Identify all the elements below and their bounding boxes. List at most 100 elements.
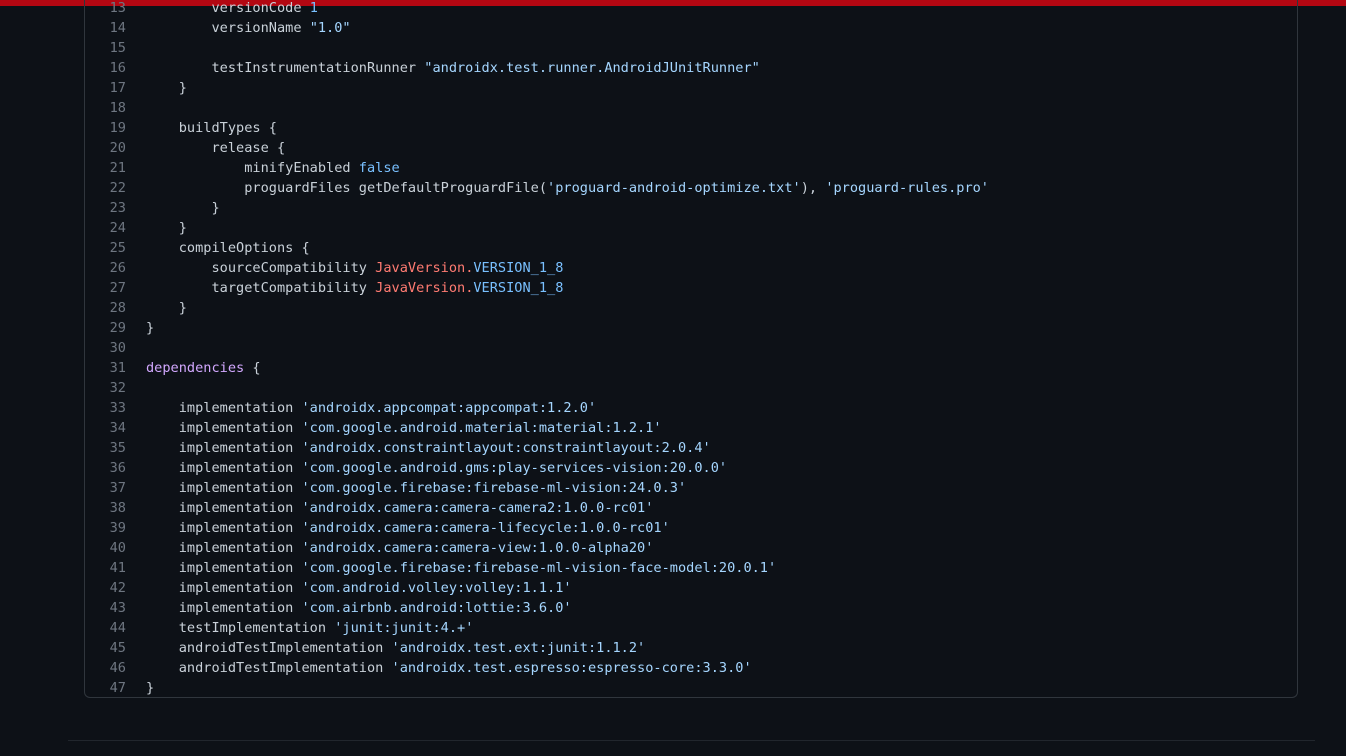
line-code: proguardFiles getDefaultProguardFile('pr…: [146, 178, 989, 198]
code-line: 46 androidTestImplementation 'androidx.t…: [85, 658, 989, 678]
code-token: 'com.google.android.material:material:1.…: [301, 420, 662, 436]
line-number[interactable]: 47: [85, 678, 146, 697]
code-token: minifyEnabled: [146, 160, 359, 176]
line-number[interactable]: 25: [85, 238, 146, 258]
footer-divider: [68, 740, 1315, 741]
code-token: }: [146, 80, 187, 96]
line-number[interactable]: 31: [85, 358, 146, 378]
code-token: }: [146, 300, 187, 316]
line-number[interactable]: 24: [85, 218, 146, 238]
line-code: implementation 'androidx.appcompat:appco…: [146, 398, 596, 418]
code-line: 40 implementation 'androidx.camera:camer…: [85, 538, 989, 558]
code-line: 22 proguardFiles getDefaultProguardFile(…: [85, 178, 989, 198]
line-code: dependencies {: [146, 358, 261, 378]
line-number[interactable]: 40: [85, 538, 146, 558]
code-token: VERSION_1_8: [473, 280, 564, 296]
line-code: compileOptions {: [146, 238, 310, 258]
code-token: release {: [146, 140, 286, 156]
code-token: 'androidx.constraintlayout:constraintlay…: [301, 440, 711, 456]
code-token: 'junit:junit:4.+': [334, 620, 474, 636]
code-line: 39 implementation 'androidx.camera:camer…: [85, 518, 989, 538]
line-number[interactable]: 35: [85, 438, 146, 458]
line-number[interactable]: 33: [85, 398, 146, 418]
line-number[interactable]: 28: [85, 298, 146, 318]
line-code: implementation 'com.airbnb.android:lotti…: [146, 598, 572, 618]
line-number[interactable]: 18: [85, 98, 146, 118]
line-number[interactable]: 19: [85, 118, 146, 138]
code-token: }: [146, 220, 187, 236]
code-line: 29}: [85, 318, 989, 338]
line-code: implementation 'com.google.firebase:fire…: [146, 478, 686, 498]
code-token: 1: [309, 0, 318, 16]
line-code: implementation 'androidx.camera:camera-c…: [146, 498, 654, 518]
code-token: 'androidx.camera:camera-camera2:1.0.0-rc…: [301, 500, 654, 516]
line-number[interactable]: 27: [85, 278, 146, 298]
line-number[interactable]: 21: [85, 158, 146, 178]
line-number[interactable]: 29: [85, 318, 146, 338]
code-token: implementation: [146, 480, 302, 496]
line-number[interactable]: 37: [85, 478, 146, 498]
code-token: 'com.android.volley:volley:1.1.1': [301, 580, 572, 596]
code-token: androidTestImplementation: [146, 640, 392, 656]
code-token: implementation: [146, 560, 302, 576]
line-number[interactable]: 39: [85, 518, 146, 538]
line-number[interactable]: 23: [85, 198, 146, 218]
line-number[interactable]: 15: [85, 38, 146, 58]
line-number[interactable]: 38: [85, 498, 146, 518]
line-number[interactable]: 41: [85, 558, 146, 578]
line-code: release {: [146, 138, 285, 158]
code-token: {: [244, 360, 261, 376]
code-token: 'com.google.android.gms:play-services-vi…: [301, 460, 728, 476]
code-token: 'com.google.firebase:firebase-ml-vision:…: [301, 480, 687, 496]
line-number[interactable]: 36: [85, 458, 146, 478]
line-code: }: [146, 318, 154, 338]
line-number[interactable]: 34: [85, 418, 146, 438]
code-token: implementation: [146, 540, 302, 556]
line-number[interactable]: 45: [85, 638, 146, 658]
line-number[interactable]: 30: [85, 338, 146, 358]
code-line: 13 versionCode 1: [85, 0, 989, 18]
code-token: compileOptions {: [146, 240, 310, 256]
code-line: 41 implementation 'com.google.firebase:f…: [85, 558, 989, 578]
code-token: 'androidx.camera:camera-lifecycle:1.0.0-…: [301, 520, 670, 536]
code-token: VERSION_1_8: [473, 260, 564, 276]
code-token: implementation: [146, 440, 302, 456]
line-code: }: [146, 298, 187, 318]
line-number[interactable]: 42: [85, 578, 146, 598]
line-number[interactable]: 20: [85, 138, 146, 158]
line-code: implementation 'com.android.volley:volle…: [146, 578, 572, 598]
code-token: false: [358, 160, 400, 176]
code-line: 21 minifyEnabled false: [85, 158, 989, 178]
code-line: 17 }: [85, 78, 989, 98]
line-code: buildTypes {: [146, 118, 277, 138]
line-number[interactable]: 14: [85, 18, 146, 38]
line-code: implementation 'com.google.firebase:fire…: [146, 558, 776, 578]
line-number[interactable]: 13: [85, 0, 146, 18]
line-number[interactable]: 17: [85, 78, 146, 98]
line-number[interactable]: 16: [85, 58, 146, 78]
line-code: }: [146, 678, 154, 697]
code-line: 32: [85, 378, 989, 398]
line-number[interactable]: 44: [85, 618, 146, 638]
code-token: proguardFiles getDefaultProguardFile(: [146, 180, 548, 196]
code-token: 'proguard-android-optimize.txt': [547, 180, 801, 196]
line-number[interactable]: 43: [85, 598, 146, 618]
code-line: 34 implementation 'com.google.android.ma…: [85, 418, 989, 438]
code-line: 38 implementation 'androidx.camera:camer…: [85, 498, 989, 518]
code-token: testInstrumentationRunner: [146, 60, 425, 76]
line-number[interactable]: 22: [85, 178, 146, 198]
line-number[interactable]: 26: [85, 258, 146, 278]
code-line: 37 implementation 'com.google.firebase:f…: [85, 478, 989, 498]
code-line: 45 androidTestImplementation 'androidx.t…: [85, 638, 989, 658]
line-number[interactable]: 46: [85, 658, 146, 678]
code-line: 33 implementation 'androidx.appcompat:ap…: [85, 398, 989, 418]
code-token: 'androidx.camera:camera-view:1.0.0-alpha…: [301, 540, 654, 556]
code-line: 14 versionName "1.0": [85, 18, 989, 38]
line-code: implementation 'androidx.camera:camera-v…: [146, 538, 654, 558]
code-line: 30: [85, 338, 989, 358]
line-number[interactable]: 32: [85, 378, 146, 398]
code-token: implementation: [146, 400, 302, 416]
line-code: versionCode 1: [146, 0, 318, 18]
code-line: 24 }: [85, 218, 989, 238]
line-code: implementation 'androidx.camera:camera-l…: [146, 518, 670, 538]
